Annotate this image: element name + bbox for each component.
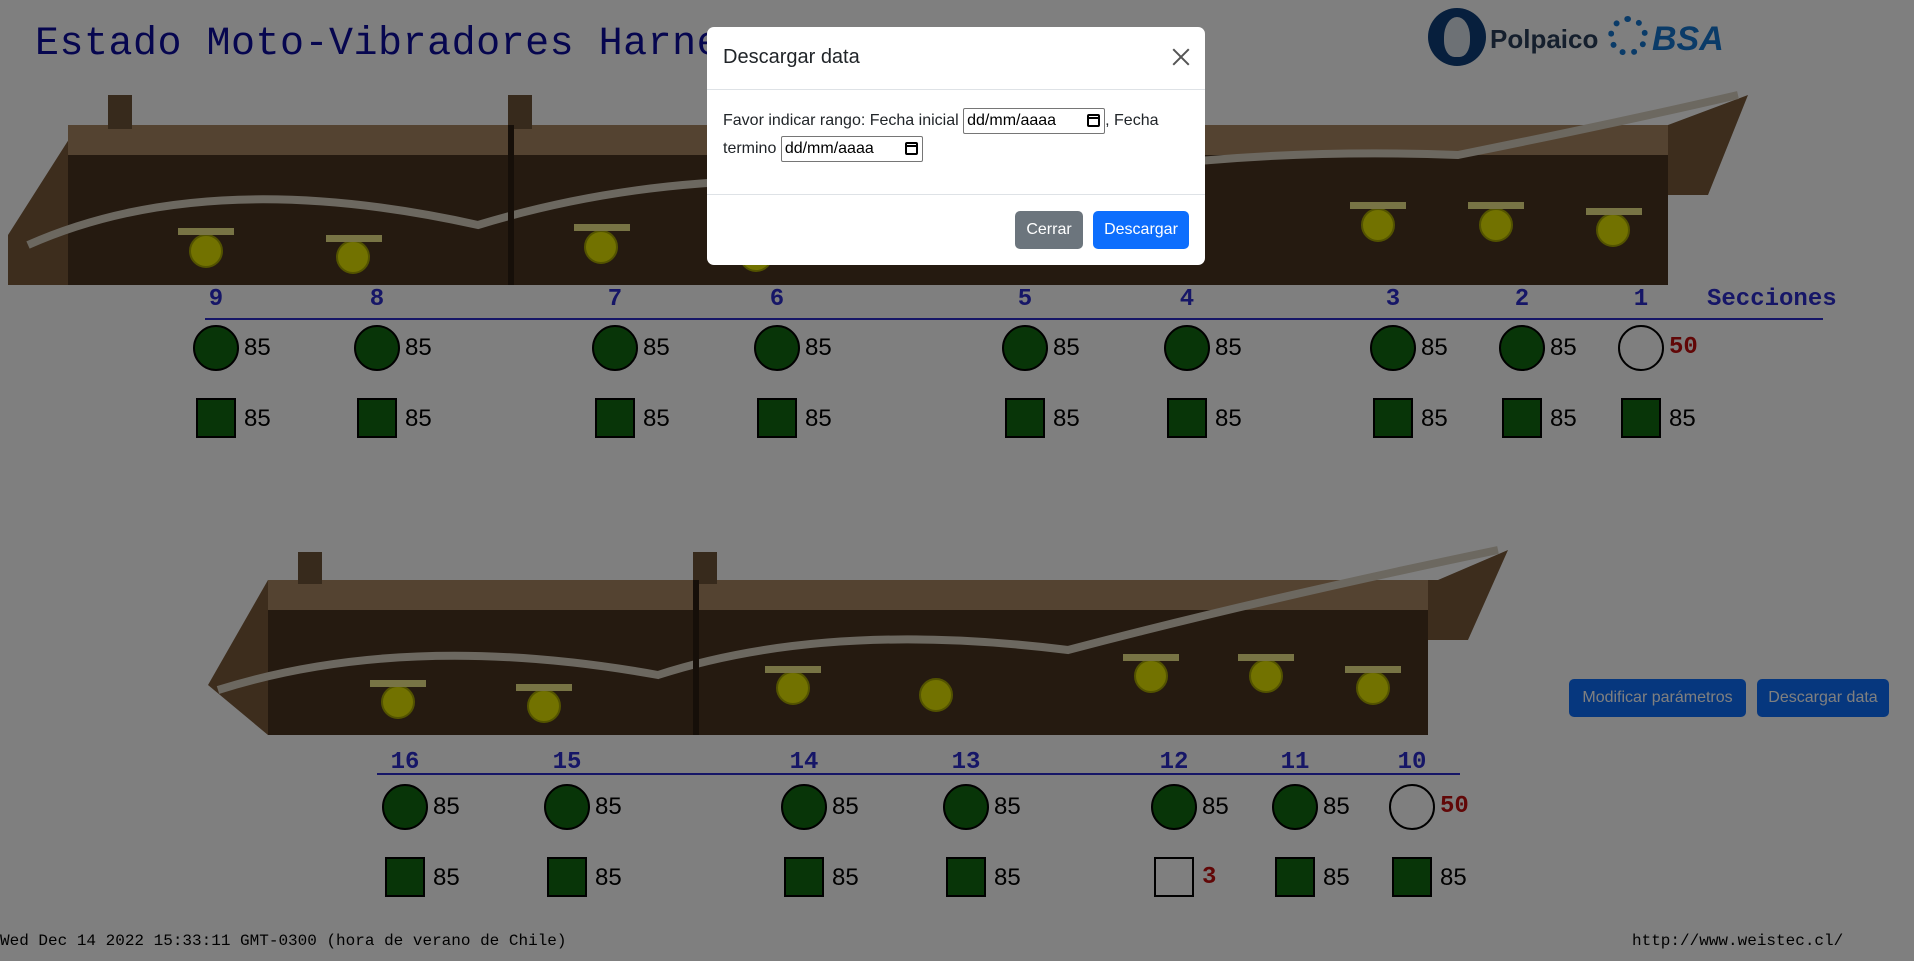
modal-body: Favor indicar rango: Fecha inicial dd/mm… (723, 107, 1189, 163)
modal-title: Descargar data (723, 46, 860, 68)
download-data-modal: Descargar data Favor indicar rango: Fech… (707, 27, 1205, 265)
end-date-input[interactable]: dd/mm/aaaa (780, 135, 923, 162)
calendar-icon[interactable] (904, 141, 918, 155)
close-icon[interactable] (1169, 45, 1193, 69)
start-date-input[interactable]: dd/mm/aaaa (963, 107, 1106, 134)
end-date-placeholder: dd/mm/aaaa (784, 139, 874, 157)
download-button[interactable]: Descargar (1093, 211, 1189, 249)
start-date-placeholder: dd/mm/aaaa (967, 111, 1057, 129)
modal-header: Descargar data (707, 27, 1205, 90)
close-button[interactable]: Cerrar (1015, 211, 1083, 249)
calendar-icon[interactable] (1087, 113, 1101, 127)
modal-footer: Cerrar Descargar (707, 194, 1205, 265)
range-prompt-text: Favor indicar rango: Fecha inicial (723, 112, 959, 129)
